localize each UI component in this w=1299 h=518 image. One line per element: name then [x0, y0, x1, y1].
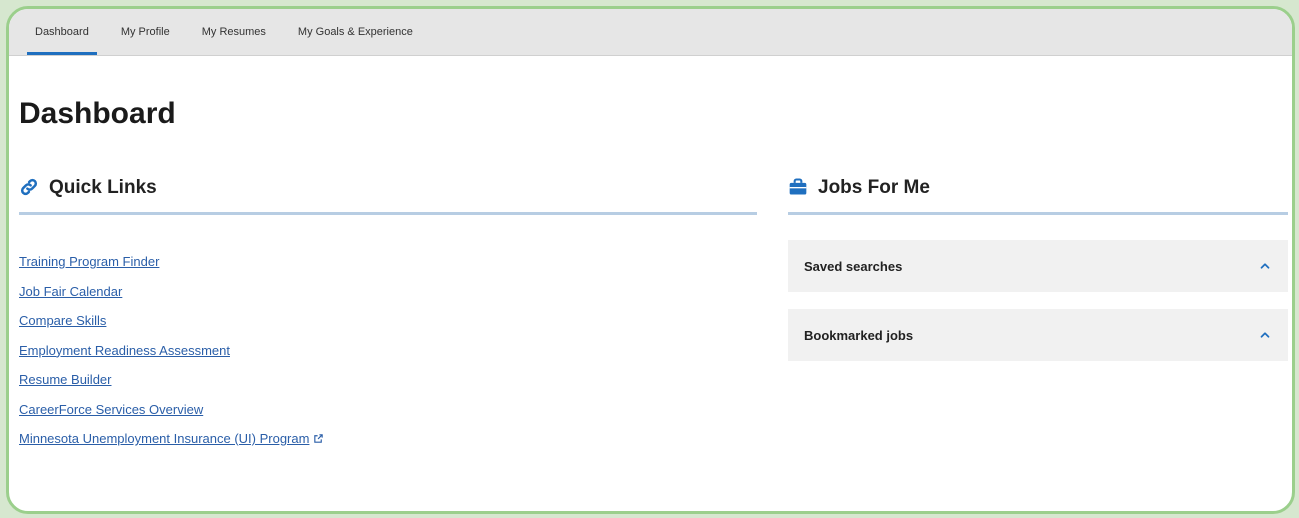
link-resume-builder[interactable]: Resume Builder: [19, 365, 324, 395]
saved-searches-panel[interactable]: Saved searches: [788, 240, 1288, 292]
tab-label: My Profile: [120, 26, 170, 38]
tab-dashboard[interactable]: Dashboard: [19, 9, 105, 55]
quick-links-list: Training Program Finder Job Fair Calenda…: [19, 247, 324, 454]
tab-my-goals-experience[interactable]: My Goals & Experience: [282, 9, 429, 55]
external-link-icon: [313, 425, 324, 455]
saved-searches-label: Saved searches: [804, 258, 903, 274]
bookmarked-jobs-panel[interactable]: Bookmarked jobs: [788, 309, 1288, 361]
jobs-for-me-divider: [788, 212, 1288, 215]
quick-links-divider: [19, 212, 757, 215]
jobs-for-me-heading: Jobs For Me: [788, 177, 930, 199]
link-training-program-finder[interactable]: Training Program Finder: [19, 247, 324, 277]
tab-my-resumes[interactable]: My Resumes: [186, 9, 282, 55]
tab-label: My Resumes: [201, 26, 266, 38]
link-icon: [19, 177, 41, 199]
app-window: Dashboard My Profile My Resumes My Goals…: [6, 6, 1295, 514]
link-label: Minnesota Unemployment Insurance (UI) Pr…: [19, 431, 310, 446]
chevron-up-icon[interactable]: [1258, 328, 1272, 342]
quick-links-title: Quick Links: [49, 177, 157, 198]
chevron-up-icon[interactable]: [1258, 259, 1272, 273]
bookmarked-jobs-label: Bookmarked jobs: [804, 327, 914, 343]
tab-label: Dashboard: [35, 26, 89, 38]
tab-label: My Goals & Experience: [297, 26, 413, 38]
link-minnesota-ui-program[interactable]: Minnesota Unemployment Insurance (UI) Pr…: [19, 424, 324, 454]
tab-my-profile[interactable]: My Profile: [105, 9, 186, 55]
jobs-for-me-title: Jobs For Me: [818, 177, 930, 198]
briefcase-icon: [788, 177, 810, 199]
link-employment-readiness-assessment[interactable]: Employment Readiness Assessment: [19, 336, 324, 366]
page-title: Dashboard: [19, 97, 176, 130]
link-job-fair-calendar[interactable]: Job Fair Calendar: [19, 277, 324, 307]
quick-links-heading: Quick Links: [19, 177, 157, 199]
link-compare-skills[interactable]: Compare Skills: [19, 306, 324, 336]
tab-bar: Dashboard My Profile My Resumes My Goals…: [9, 9, 1292, 56]
link-careerforce-services-overview[interactable]: CareerForce Services Overview: [19, 395, 324, 425]
